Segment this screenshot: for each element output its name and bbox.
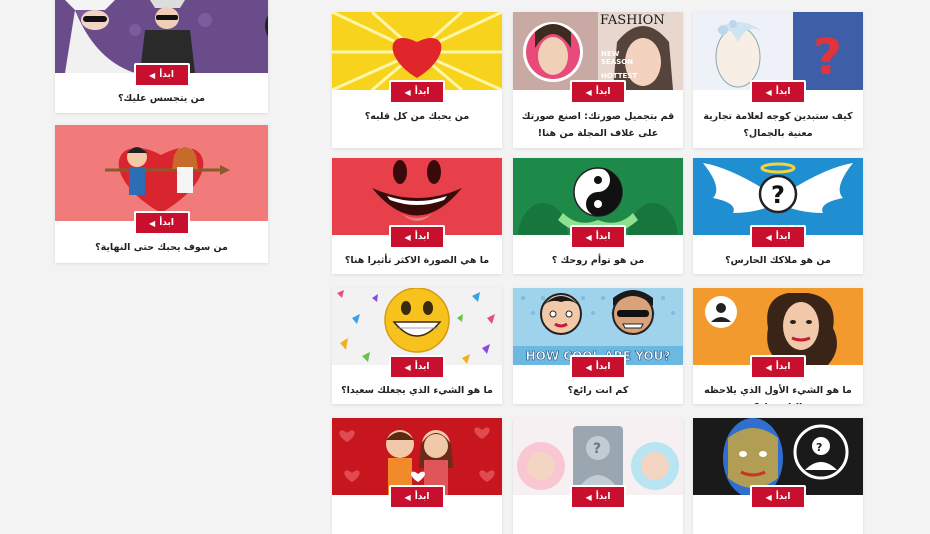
arrow-left-icon: ◀: [585, 232, 592, 242]
quiz-thumbnail[interactable]: ?: [693, 12, 863, 90]
quiz-thumbnail[interactable]: [332, 158, 502, 235]
quiz-thumbnail[interactable]: ?: [513, 418, 683, 495]
quiz-card-4[interactable]: ? ابدأ ◀ من هو ملاكك الحارس؟: [693, 158, 863, 274]
arrow-left-icon: ◀: [765, 232, 772, 242]
arrow-left-icon: ◀: [585, 492, 592, 502]
arrow-left-icon: ◀: [585, 87, 592, 97]
arrow-left-icon: ◀: [765, 362, 772, 372]
quiz-thumbnail[interactable]: [332, 12, 502, 90]
quiz-title[interactable]: ما هي الصورة الاكثر تأثيرا هنا؟: [340, 252, 494, 269]
start-button-label: ابدأ: [775, 87, 791, 97]
quiz-card-10[interactable]: ? ابدأ ◀: [693, 418, 863, 534]
start-button-label: ابدأ: [775, 362, 791, 372]
quiz-card-12[interactable]: ابدأ ◀: [332, 418, 502, 534]
quiz-thumbnail[interactable]: [332, 418, 502, 495]
quiz-title[interactable]: من هو ملاكك الحارس؟: [701, 252, 855, 269]
quiz-title[interactable]: من يحبك من كل قلبه؟: [340, 108, 494, 125]
start-button[interactable]: ابدأ ◀: [570, 485, 626, 509]
quiz-card-spy[interactable]: ابدأ ◀ من يتجسس عليك؟: [55, 0, 268, 113]
start-button-label: ابدأ: [414, 87, 430, 97]
quiz-title[interactable]: كم انت رائع؟: [521, 382, 675, 399]
start-button-label: ابدأ: [775, 492, 791, 502]
quiz-title[interactable]: من هو توأم روحك ؟: [521, 252, 675, 269]
svg-text:?: ?: [813, 28, 842, 86]
quiz-card-11[interactable]: ? ابدأ ◀: [513, 418, 683, 534]
quiz-thumbnail[interactable]: HOW COOL ARE YOU?: [513, 288, 683, 365]
arrow-left-icon: ◀: [765, 492, 772, 502]
quiz-card-7[interactable]: ابدأ ◀ ما هو الشيء الأول الذي يلاحظه الن…: [693, 288, 863, 404]
arrow-left-icon: ◀: [765, 87, 772, 97]
quiz-thumbnail[interactable]: [332, 288, 502, 365]
start-button-label: ابدأ: [595, 362, 611, 372]
svg-text:HOTTEST: HOTTEST: [601, 72, 637, 80]
quiz-card-2[interactable]: FASHION NEW SEASON HOTTEST ابدأ ◀ قم بتج…: [513, 12, 683, 148]
svg-text:?: ?: [593, 441, 601, 457]
quiz-card-1[interactable]: ? ابدأ ◀ كيف ستبدين كوجه لعلامة تجارية م…: [693, 12, 863, 148]
start-button[interactable]: ابدأ ◀: [389, 80, 445, 104]
start-button[interactable]: ابدأ ◀: [389, 485, 445, 509]
quiz-title[interactable]: كيف ستبدين كوجه لعلامة تجارية معنية بالج…: [701, 108, 855, 142]
start-button-label: ابدأ: [414, 362, 430, 372]
svg-text:?: ?: [771, 181, 785, 209]
quiz-title[interactable]: ما هو الشيء الأول الذي يلاحظه الناس بك؟: [701, 382, 855, 404]
start-button-label: ابدأ: [159, 218, 174, 228]
quiz-thumbnail-love[interactable]: [55, 125, 268, 221]
start-button[interactable]: ابدأ ◀: [133, 211, 190, 235]
arrow-left-icon: ◀: [585, 362, 592, 372]
arrow-left-icon: ◀: [149, 70, 156, 80]
quiz-thumbnail[interactable]: [693, 288, 863, 365]
start-button-label: ابدأ: [595, 232, 611, 242]
start-button-label: ابدأ: [414, 492, 430, 502]
start-button[interactable]: ابدأ ◀: [750, 80, 806, 104]
start-button[interactable]: ابدأ ◀: [570, 355, 626, 379]
quiz-title[interactable]: قم بتجميل صورتك: اصنع صورتك على غلاف الم…: [521, 108, 675, 142]
quiz-card-3[interactable]: ابدأ ◀ من يحبك من كل قلبه؟: [332, 12, 502, 148]
quiz-card-5[interactable]: ابدأ ◀ من هو توأم روحك ؟: [513, 158, 683, 274]
arrow-left-icon: ◀: [404, 492, 411, 502]
quiz-card-love-end[interactable]: ابدأ ◀ من سوف يحبك حتى النهاية؟: [55, 125, 268, 263]
quiz-thumbnail[interactable]: FASHION NEW SEASON HOTTEST: [513, 12, 683, 90]
start-button[interactable]: ابدأ ◀: [750, 355, 806, 379]
start-button-label: ابدأ: [595, 492, 611, 502]
start-button[interactable]: ابدأ ◀: [570, 80, 626, 104]
quiz-card-9[interactable]: ابدأ ◀ ما هو الشيء الذي يجعلك سعيدا؟: [332, 288, 502, 404]
quiz-title[interactable]: ما هو الشيء الذي يجعلك سعيدا؟: [340, 382, 494, 399]
start-button[interactable]: ابدأ ◀: [750, 225, 806, 249]
quiz-title[interactable]: من يتجسس عليك؟: [63, 90, 260, 107]
start-button[interactable]: ابدأ ◀: [750, 485, 806, 509]
svg-text:?: ?: [816, 441, 822, 454]
start-button[interactable]: ابدأ ◀: [389, 355, 445, 379]
quiz-title[interactable]: من سوف يحبك حتى النهاية؟: [63, 239, 260, 256]
arrow-left-icon: ◀: [404, 362, 411, 372]
svg-text:SEASON: SEASON: [601, 58, 633, 66]
start-button-label: ابدأ: [414, 232, 430, 242]
start-button-label: ابدأ: [159, 70, 174, 80]
magazine-title: FASHION: [600, 13, 665, 28]
quiz-card-6[interactable]: ابدأ ◀ ما هي الصورة الاكثر تأثيرا هنا؟: [332, 158, 502, 274]
quiz-thumbnail[interactable]: ?: [693, 418, 863, 495]
quiz-thumbnail[interactable]: ?: [693, 158, 863, 235]
arrow-left-icon: ◀: [404, 87, 411, 97]
quiz-card-8[interactable]: HOW COOL ARE YOU? ابدأ ◀ كم انت رائع؟: [513, 288, 683, 404]
start-button-label: ابدأ: [775, 232, 791, 242]
arrow-left-icon: ◀: [404, 232, 411, 242]
start-button[interactable]: ابدأ ◀: [133, 63, 190, 87]
start-button[interactable]: ابدأ ◀: [570, 225, 626, 249]
start-button-label: ابدأ: [595, 87, 611, 97]
quiz-thumbnail[interactable]: [513, 158, 683, 235]
svg-text:NEW: NEW: [601, 50, 620, 58]
start-button[interactable]: ابدأ ◀: [389, 225, 445, 249]
arrow-left-icon: ◀: [149, 218, 156, 228]
